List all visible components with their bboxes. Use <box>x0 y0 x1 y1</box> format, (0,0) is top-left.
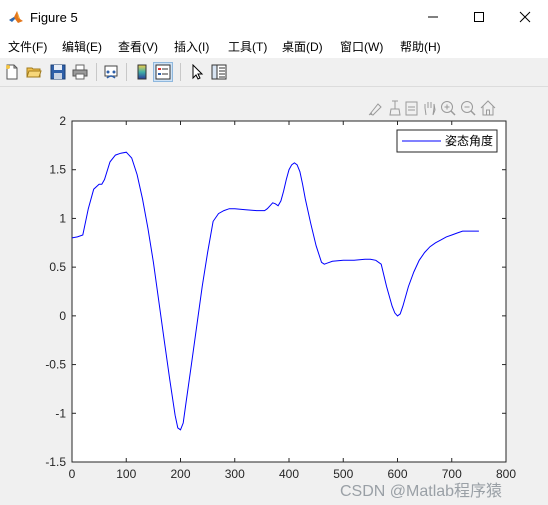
y-tick-label: 2 <box>59 114 66 128</box>
x-tick-label: 300 <box>225 467 245 481</box>
legend[interactable]: 姿态角度 <box>396 129 498 153</box>
y-tick-label: 1 <box>59 211 66 225</box>
watermark: CSDN @Matlab程序猿 <box>340 483 503 500</box>
figure-window: Figure 5 文件(F) 编辑(E) 查看(V) 插入(I) 工具(T) 桌… <box>0 0 548 505</box>
line-chart: 0 100 200 300 400 500 600 700 800 21.510.50-0.5-… <box>45 114 516 481</box>
y-tick-label: -0.5 <box>45 358 66 372</box>
x-tick-label: 100 <box>116 467 136 481</box>
y-tick-label: -1 <box>55 406 66 420</box>
y-tick-label: -1.5 <box>45 455 66 469</box>
x-tick-label: 0 <box>69 467 76 481</box>
axes-background <box>71 120 507 463</box>
y-tick-label: 1.5 <box>49 163 66 177</box>
y-tick-label: 0 <box>59 309 66 323</box>
y-tick-label: 0.5 <box>49 260 66 274</box>
x-tick-label: 200 <box>170 467 190 481</box>
x-tick-label: 400 <box>279 467 299 481</box>
legend-entry-label: 姿态角度 <box>445 133 493 148</box>
